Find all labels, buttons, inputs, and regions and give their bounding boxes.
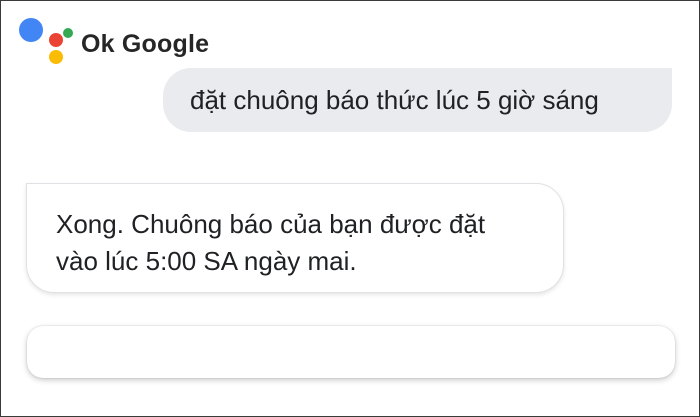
- google-assistant-logo-icon: [19, 18, 73, 68]
- logo-dot-blue: [19, 18, 43, 42]
- logo-dot-yellow: [49, 50, 63, 64]
- assistant-title: Ok Google: [81, 29, 210, 58]
- assistant-response-line-1: Xong. Chuông báo của bạn được đặt: [56, 209, 486, 239]
- assistant-header: Ok Google: [19, 18, 209, 68]
- assistant-response-bubble: Xong. Chuông báo của bạn được đặt vào lú…: [26, 183, 564, 293]
- assistant-input-card[interactable]: [27, 326, 675, 378]
- assistant-response-line-2: vào lúc 5:00 SA ngày mai.: [56, 246, 357, 276]
- assistant-window: Ok Google đặt chuông báo thức lúc 5 giờ …: [0, 0, 700, 417]
- logo-dot-green: [63, 28, 73, 38]
- user-message-text: đặt chuông báo thức lúc 5 giờ sáng: [190, 84, 599, 115]
- user-message-bubble: đặt chuông báo thức lúc 5 giờ sáng: [163, 68, 672, 132]
- logo-dot-red: [49, 33, 63, 47]
